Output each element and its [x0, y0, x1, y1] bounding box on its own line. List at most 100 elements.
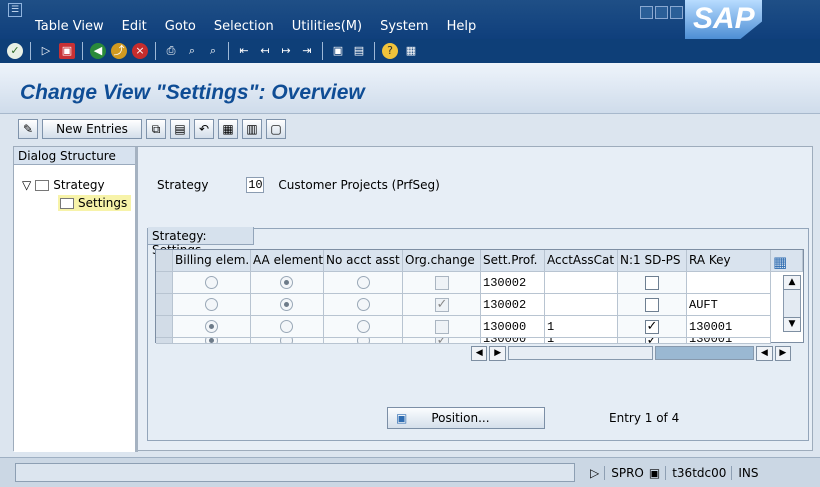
exit-icon[interactable]: ⤴ — [111, 43, 127, 59]
account-category-cell[interactable]: 1 — [545, 338, 618, 344]
column-header-account-assignment-category[interactable]: AcctAssCat — [545, 250, 618, 272]
settlement-profile-cell[interactable]: 130002 — [481, 294, 545, 316]
table-settings-icon[interactable]: ▦ — [771, 250, 803, 272]
command-field-icon[interactable]: ▷ — [38, 43, 54, 59]
ra-key-cell[interactable]: AUFT — [687, 294, 771, 316]
org-change-checkbox[interactable] — [435, 276, 449, 290]
n1-sd-ps-checkbox[interactable]: ✓ — [645, 320, 659, 334]
scroll-left-icon[interactable]: ◀ — [471, 345, 488, 361]
shortcut-icon[interactable]: ▤ — [351, 43, 367, 59]
org-change-checkbox[interactable]: ✓ — [435, 298, 449, 312]
settlement-profile-cell[interactable]: 130002 — [481, 272, 545, 294]
ra-key-cell[interactable]: 130001 — [687, 316, 771, 338]
ra-key-cell[interactable]: 130001 — [687, 338, 771, 344]
no-account-radio[interactable] — [357, 320, 370, 333]
aa-radio[interactable] — [280, 338, 293, 343]
tree-node-strategy[interactable]: ▽ Strategy — [22, 178, 105, 192]
find-icon[interactable]: ⌕ — [184, 43, 200, 59]
close-window-icon[interactable] — [670, 6, 683, 19]
find-next-icon[interactable]: ⌕ — [205, 43, 221, 59]
menu-utilities[interactable]: Utilities(M) — [292, 19, 362, 34]
column-header-aa-element[interactable]: AA element — [251, 250, 324, 272]
horizontal-scrollbar[interactable]: ◀ ▶ ◀ ▶ — [471, 345, 792, 361]
scroll-left-icon[interactable]: ◀ — [756, 345, 773, 361]
copy-as-icon[interactable]: ⧉ — [146, 119, 166, 139]
billing-radio[interactable] — [205, 320, 218, 333]
row-selector-header[interactable] — [156, 250, 173, 272]
delete-icon[interactable]: ▤ — [170, 119, 190, 139]
select-all-icon[interactable]: ▦ — [218, 119, 238, 139]
row-selector[interactable] — [156, 294, 173, 316]
n1-sd-ps-checkbox[interactable]: ✓ — [645, 338, 659, 343]
row-selector[interactable] — [156, 338, 173, 344]
minimize-icon[interactable] — [640, 6, 653, 19]
back-icon[interactable]: ◀ — [90, 43, 106, 59]
settlement-profile-cell[interactable]: 130000 — [481, 316, 545, 338]
expand-icon[interactable]: ▽ — [22, 178, 31, 192]
last-page-icon[interactable]: ⇥ — [299, 43, 315, 59]
menu-selection[interactable]: Selection — [214, 19, 274, 34]
enter-icon[interactable]: ✓ — [7, 43, 23, 59]
print-icon[interactable]: ⎙ — [163, 43, 179, 59]
account-category-cell[interactable] — [545, 294, 618, 316]
column-header-settlement-profile[interactable]: Sett.Prof. — [481, 250, 545, 272]
column-header-no-account-assignment[interactable]: No acct asst — [324, 250, 403, 272]
menu-table-view[interactable]: Table View — [35, 19, 104, 34]
cancel-icon[interactable]: × — [132, 43, 148, 59]
menu-goto[interactable]: Goto — [165, 19, 196, 34]
no-account-radio[interactable] — [357, 338, 370, 343]
account-category-cell[interactable] — [545, 272, 618, 294]
horizontal-scroll-track[interactable] — [654, 346, 755, 360]
customize-layout-icon[interactable]: ▦ — [403, 43, 419, 59]
billing-radio[interactable] — [205, 276, 218, 289]
n1-sd-ps-checkbox[interactable] — [645, 276, 659, 290]
aa-radio[interactable] — [280, 298, 293, 311]
no-account-radio[interactable] — [357, 298, 370, 311]
menu-system[interactable]: System — [380, 19, 428, 34]
window-menu-icon[interactable]: ☰ — [8, 3, 22, 17]
tree-node-settings[interactable]: Settings — [58, 195, 132, 211]
display-change-icon[interactable]: ✎ — [18, 119, 38, 139]
create-session-icon[interactable]: ▣ — [330, 43, 346, 59]
help-icon[interactable]: ? — [382, 43, 398, 59]
row-selector[interactable] — [156, 272, 173, 294]
ra-key-cell[interactable] — [687, 272, 771, 294]
column-header-org-change[interactable]: Org.change — [403, 250, 481, 272]
n1-sd-ps-checkbox[interactable] — [645, 298, 659, 312]
select-block-icon[interactable]: ▥ — [242, 119, 262, 139]
system-info-icon[interactable]: ▣ — [649, 466, 660, 480]
status-arrow-icon[interactable]: ▷ — [590, 466, 599, 480]
scroll-down-icon[interactable]: ▼ — [783, 317, 801, 332]
vertical-scrollbar[interactable]: ▲ ▼ — [783, 275, 801, 341]
new-entries-button[interactable]: New Entries — [42, 119, 142, 139]
org-change-checkbox[interactable]: ✓ — [435, 338, 449, 343]
column-header-billing-element[interactable]: Billing elem. — [173, 250, 251, 272]
menu-help[interactable]: Help — [447, 19, 477, 34]
org-change-checkbox[interactable] — [435, 320, 449, 334]
settlement-profile-cell[interactable]: 130000 — [481, 338, 545, 344]
undo-change-icon[interactable]: ↶ — [194, 119, 214, 139]
previous-page-icon[interactable]: ↤ — [257, 43, 273, 59]
scroll-up-icon[interactable]: ▲ — [783, 275, 801, 290]
vertical-scroll-track[interactable] — [783, 290, 801, 317]
scroll-right-icon[interactable]: ▶ — [774, 345, 792, 361]
row-selector[interactable] — [156, 316, 173, 338]
aa-radio[interactable] — [280, 276, 293, 289]
scroll-right-icon[interactable]: ▶ — [489, 345, 506, 361]
column-header-ra-key[interactable]: RA Key — [687, 250, 771, 272]
menu-edit[interactable]: Edit — [122, 19, 147, 34]
position-button[interactable]: ▣ Position... — [387, 407, 545, 429]
next-page-icon[interactable]: ↦ — [278, 43, 294, 59]
aa-radio[interactable] — [280, 320, 293, 333]
deselect-all-icon[interactable]: ▢ — [266, 119, 286, 139]
toolbar-separator — [228, 42, 229, 60]
column-header-n1-sd-ps[interactable]: N:1 SD-PS — [618, 250, 687, 272]
billing-radio[interactable] — [205, 298, 218, 311]
no-account-radio[interactable] — [357, 276, 370, 289]
maximize-icon[interactable] — [655, 6, 668, 19]
account-category-cell[interactable]: 1 — [545, 316, 618, 338]
first-page-icon[interactable]: ⇤ — [236, 43, 252, 59]
billing-radio[interactable] — [205, 338, 218, 343]
horizontal-scroll-thumb[interactable] — [507, 346, 653, 360]
save-icon[interactable]: ▣ — [59, 43, 75, 59]
